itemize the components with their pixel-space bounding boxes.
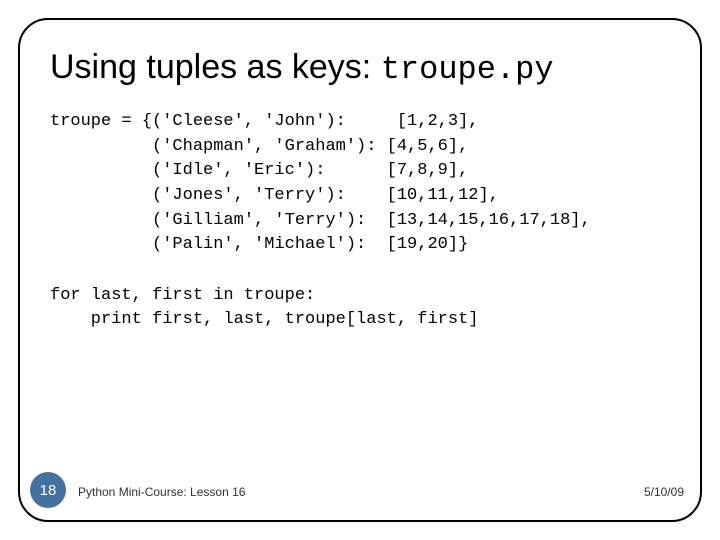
footer-date: 5/10/09 xyxy=(644,485,684,499)
slide-frame: Using tuples as keys: troupe.py troupe =… xyxy=(18,18,702,522)
title-filename: troupe.py xyxy=(381,51,554,88)
code-block-dict: troupe = {('Cleese', 'John'): [1,2,3], (… xyxy=(50,110,670,258)
title-text: Using tuples as keys: xyxy=(50,48,381,86)
code-block-loop: for last, first in troupe: print first, … xyxy=(50,284,670,333)
slide-footer: 18 Python Mini-Course: Lesson 16 5/10/09 xyxy=(20,478,700,506)
slide-title: Using tuples as keys: troupe.py xyxy=(50,48,670,88)
slide: Using tuples as keys: troupe.py troupe =… xyxy=(0,0,720,540)
page-number-badge: 18 xyxy=(30,472,66,508)
footer-course: Python Mini-Course: Lesson 16 xyxy=(78,485,245,499)
